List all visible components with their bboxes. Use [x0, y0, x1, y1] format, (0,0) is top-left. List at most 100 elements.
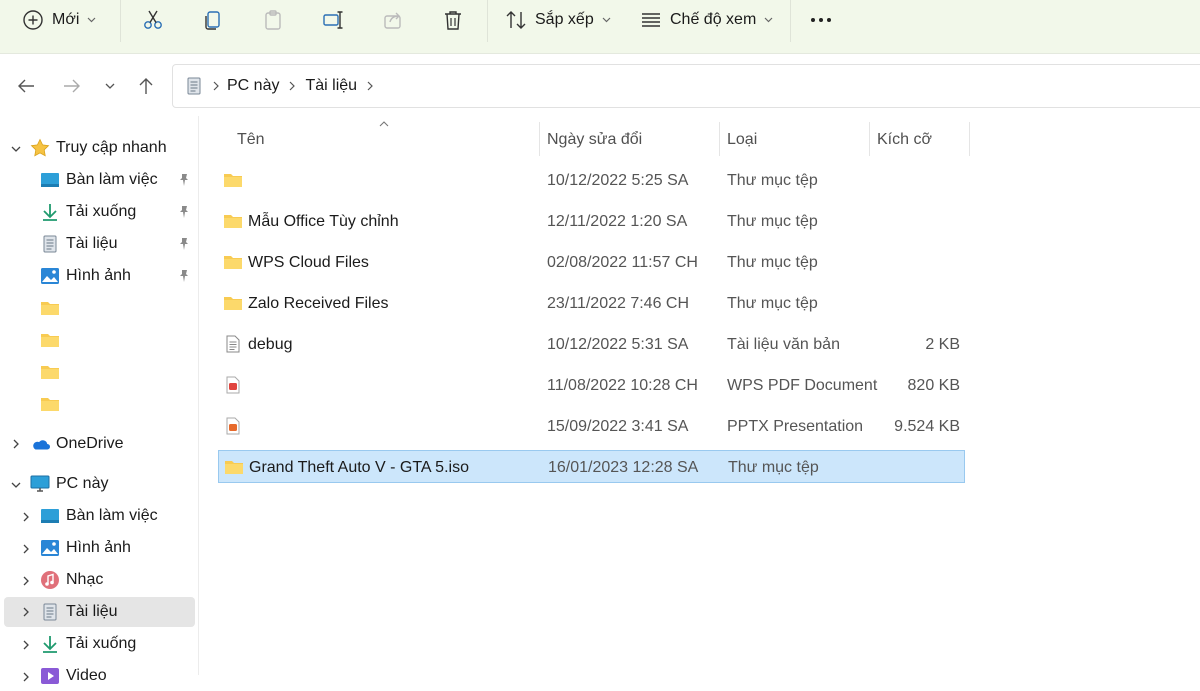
recent-locations-button[interactable]: [97, 73, 123, 99]
sidebar-item-folder[interactable]: [40, 325, 66, 355]
column-header-name[interactable]: Tên: [237, 122, 537, 158]
column-header-date[interactable]: Ngày sửa đổi: [547, 122, 717, 158]
pdf-file-icon: [223, 376, 243, 394]
expand-this-pc[interactable]: [9, 478, 23, 492]
download-icon: [40, 634, 60, 654]
copy-icon: [205, 11, 220, 30]
folder-icon: [223, 253, 243, 271]
file-row[interactable]: 10/12/2022 5:25 SA Thư mục tệp: [218, 164, 965, 197]
share-button[interactable]: [380, 0, 406, 40]
view-list-icon: [642, 13, 660, 27]
pptx-file-icon: [223, 417, 243, 435]
video-icon: [40, 666, 60, 686]
forward-button[interactable]: [59, 73, 85, 99]
chevron-right-icon: [13, 439, 19, 449]
copy-button[interactable]: [200, 0, 226, 40]
download-icon: [40, 202, 60, 222]
sidebar-label: Hình ảnh: [66, 539, 131, 556]
sidebar-item-pc-documents[interactable]: Tài liệu: [4, 597, 195, 627]
chevron-right-icon: [23, 544, 29, 554]
document-icon: [187, 77, 201, 95]
plus-circle-icon: [23, 10, 43, 30]
file-date: 11/08/2022 10:28 CH: [547, 376, 698, 394]
folder-icon: [40, 330, 60, 350]
chevron-right-icon: [290, 81, 296, 91]
file-row[interactable]: Grand Theft Auto V - GTA 5.iso 16/01/2023…: [218, 450, 965, 483]
chevron-down-icon: [11, 482, 21, 488]
column-header-type[interactable]: Loại: [727, 122, 867, 158]
desktop-icon: [40, 506, 60, 526]
expand-pictures[interactable]: [19, 542, 33, 556]
delete-button[interactable]: [440, 0, 466, 40]
chevron-right-icon: [23, 576, 29, 586]
folder-icon: [40, 298, 60, 318]
expand-music[interactable]: [19, 574, 33, 588]
sidebar-item-folder[interactable]: [40, 357, 66, 387]
file-row[interactable]: WPS Cloud Files 02/08/2022 11:57 CH Thư mụ…: [218, 246, 965, 279]
expand-documents[interactable]: [19, 605, 33, 619]
file-type: Tài liệu văn bản: [727, 335, 840, 353]
file-row[interactable]: debug 10/12/2022 5:31 SA Tài liệu văn bản 2…: [218, 328, 965, 361]
expand-desktop[interactable]: [19, 510, 33, 524]
share-icon: [384, 12, 401, 29]
paste-button[interactable]: [260, 0, 286, 40]
expand-videos[interactable]: [19, 670, 33, 684]
sidebar-label: Bàn làm việc: [66, 507, 158, 524]
view-button[interactable]: Chế độ xem: [640, 0, 773, 40]
sidebar-item-documents[interactable]: Tài liệu: [40, 229, 118, 259]
pin-icon: [180, 238, 188, 250]
file-row[interactable]: Mẫu Office Tùy chỉnh 12/11/2022 1:20 SA Th…: [218, 205, 965, 238]
sidebar-item-pc-pictures[interactable]: Hình ảnh: [40, 533, 131, 563]
sidebar-item-quick-access[interactable]: Truy cập nhanh: [30, 133, 167, 163]
file-date: 23/11/2022 7:46 CH: [547, 294, 690, 312]
file-row[interactable]: Zalo Received Files 23/11/2022 7:46 CH Thư…: [218, 287, 965, 320]
picture-icon: [40, 538, 60, 558]
breadcrumb-this-pc[interactable]: PC này: [227, 77, 279, 95]
sidebar-item-downloads[interactable]: Tải xuống: [40, 197, 136, 227]
sidebar-item-desktop[interactable]: Bàn làm việc: [40, 165, 158, 195]
sidebar-label: Nhạc: [66, 571, 104, 588]
file-name: Zalo Received Files: [248, 294, 389, 312]
chevron-down-icon: [87, 17, 96, 23]
music-icon: [40, 570, 60, 590]
new-button[interactable]: Mới: [22, 0, 96, 40]
sidebar-item-pc-desktop[interactable]: Bàn làm việc: [40, 501, 158, 531]
file-size: 820 KB: [907, 376, 960, 394]
file-type: Thư mục tệp: [727, 294, 818, 312]
sidebar-item-folder[interactable]: [40, 389, 66, 419]
navigation-pane: Truy cập nhanh Bàn làm việc Tải xuống Tà…: [0, 116, 198, 684]
sidebar-item-pictures[interactable]: Hình ảnh: [40, 261, 131, 291]
pin-icon: [180, 270, 188, 282]
file-type: Thư mục tệp: [727, 212, 818, 230]
expand-onedrive[interactable]: [9, 437, 23, 451]
cut-button[interactable]: [140, 0, 166, 40]
address-bar[interactable]: PC này Tài liệu: [172, 64, 1200, 108]
folder-icon: [40, 362, 60, 382]
back-button[interactable]: [13, 73, 39, 99]
file-type: WPS PDF Document: [727, 376, 878, 394]
sidebar-item-folder[interactable]: [40, 293, 66, 323]
cloud-icon: [30, 434, 50, 454]
column-header-size[interactable]: Kích cỡ: [877, 122, 967, 158]
file-row[interactable]: 11/08/2022 10:28 CH WPS PDF Document 820 K…: [218, 369, 965, 402]
more-button[interactable]: [808, 0, 834, 40]
sidebar-item-pc-downloads[interactable]: Tải xuống: [40, 629, 136, 659]
command-bar: Mới Sắp xếp Chế độ xem: [0, 0, 1200, 54]
document-icon: [40, 234, 60, 254]
rename-button[interactable]: [320, 0, 346, 40]
delete-icon: [445, 11, 461, 30]
expand-downloads[interactable]: [19, 638, 33, 652]
folder-icon: [40, 394, 60, 414]
sidebar-label: Truy cập nhanh: [56, 139, 167, 156]
sidebar-item-pc-music[interactable]: Nhạc: [40, 565, 103, 595]
expand-quick-access[interactable]: [9, 142, 23, 156]
sidebar-item-onedrive[interactable]: OneDrive: [30, 429, 124, 459]
chevron-right-icon: [23, 607, 29, 617]
file-row[interactable]: 15/09/2022 3:41 SA PPTX Presentation 9.524…: [218, 410, 965, 443]
up-button[interactable]: [133, 73, 159, 99]
sort-button[interactable]: Sắp xếp: [505, 0, 611, 40]
sidebar-item-this-pc[interactable]: PC này: [30, 469, 108, 499]
breadcrumb-documents[interactable]: Tài liệu: [305, 77, 357, 95]
sidebar-label: Tải xuống: [66, 635, 137, 652]
sidebar-item-pc-videos[interactable]: Video: [40, 661, 107, 691]
